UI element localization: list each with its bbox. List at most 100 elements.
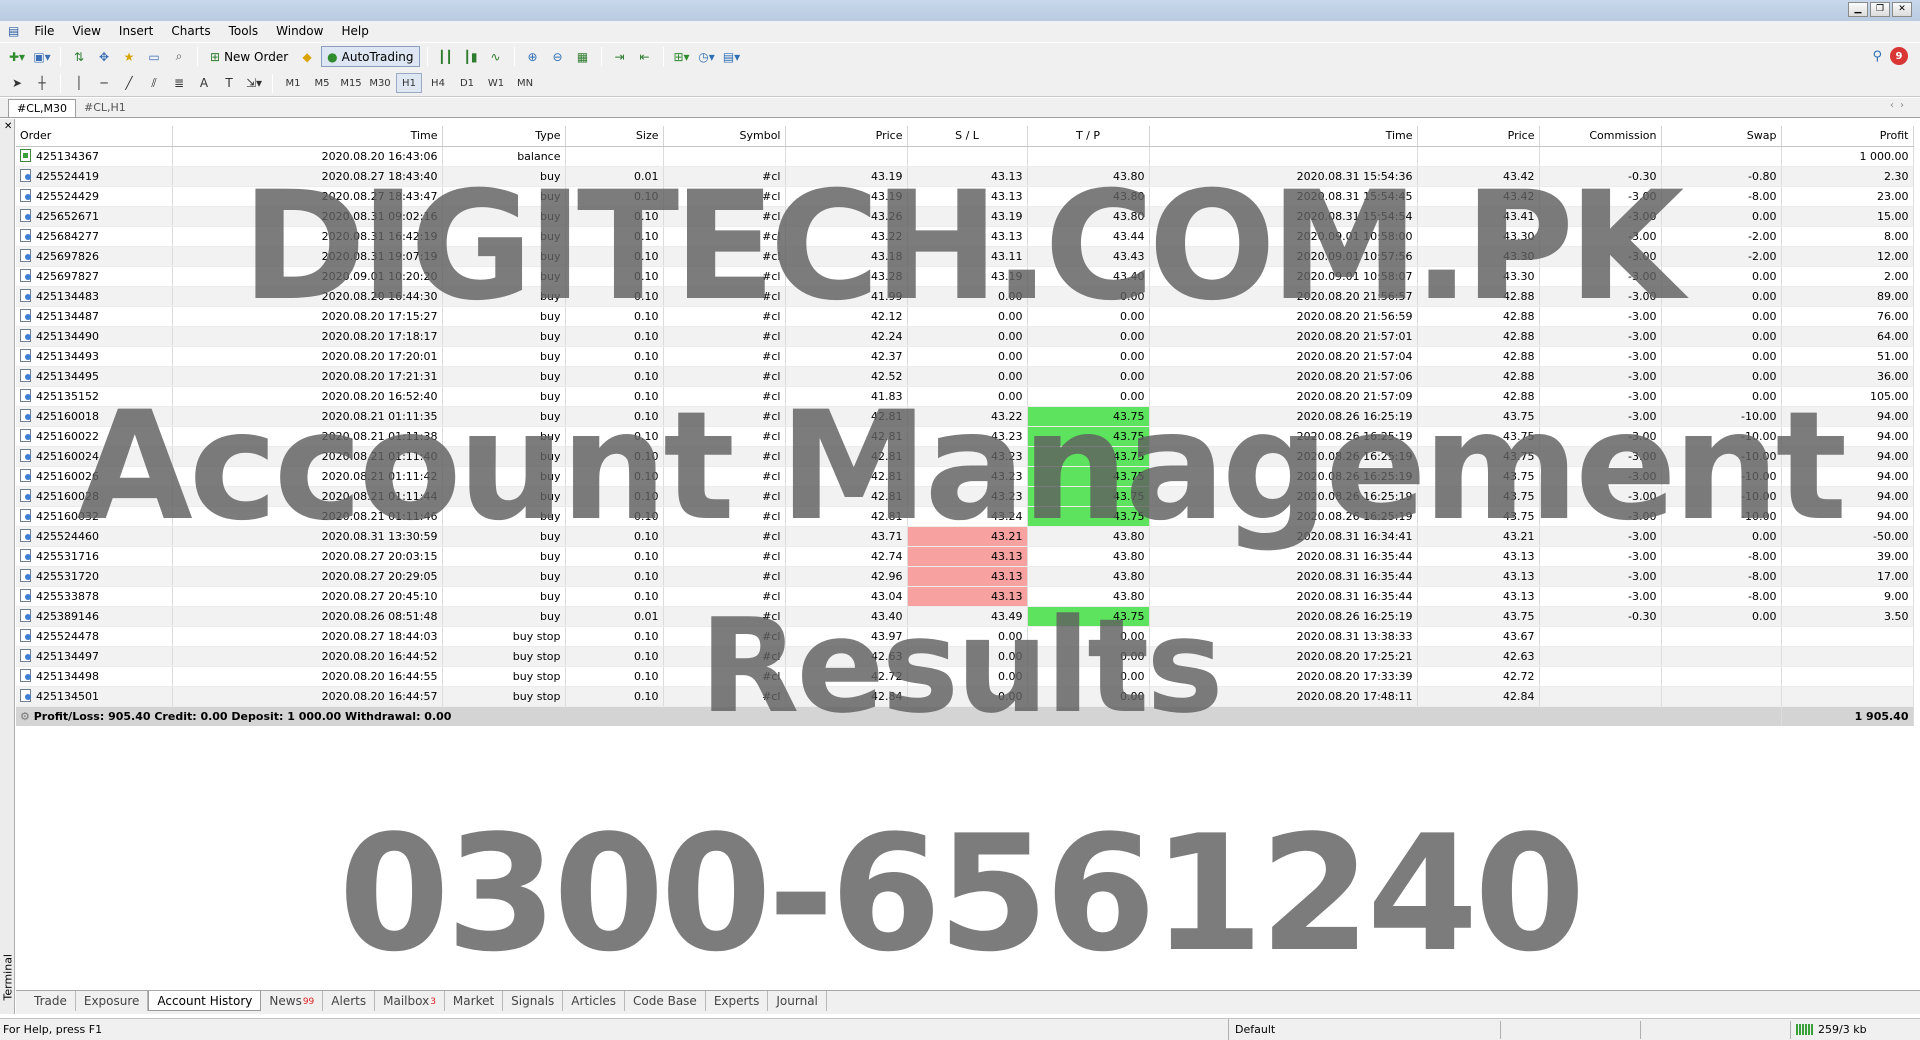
table-row[interactable]: 425652671 2020.08.31 09:02:16 buy 0.10 #cl 43… (16, 206, 1914, 227)
close-window-button[interactable]: ✕ (1892, 2, 1912, 17)
zoom-out-icon[interactable]: ⊖ (547, 47, 569, 67)
menu-file[interactable]: File (25, 21, 63, 42)
table-row[interactable]: 425134487 2020.08.20 17:15:27 buy 0.10 #cl 42… (16, 306, 1914, 327)
horizontal-line-icon[interactable]: ─ (93, 73, 115, 93)
col-time[interactable]: Time (172, 126, 443, 147)
table-row[interactable]: 425134498 2020.08.20 16:44:55 buy stop 0.10… (16, 666, 1914, 687)
profiles-icon[interactable]: ▣▾ (31, 47, 53, 67)
table-row[interactable]: 425134483 2020.08.20 16:44:30 buy 0.10 #cl 41… (16, 286, 1914, 307)
table-row[interactable]: 425134495 2020.08.20 17:21:31 buy 0.10 #cl 42… (16, 366, 1914, 387)
terminal-tab-mailbox[interactable]: Mailbox 3 (375, 991, 445, 1011)
chart-tab-cl-m30[interactable]: #CL,M30 (8, 99, 77, 117)
table-row[interactable]: 425160032 2020.08.21 01:11:46 buy 0.10 #cl 42… (16, 506, 1914, 527)
timeframe-w1[interactable]: W1 (483, 73, 509, 93)
crosshair-icon[interactable]: ┼ (31, 73, 53, 93)
table-row[interactable]: 425160022 2020.08.21 01:11:38 buy 0.10 #cl 42… (16, 426, 1914, 447)
terminal-tab-articles[interactable]: Articles (563, 991, 626, 1011)
text-icon[interactable]: A (193, 73, 215, 93)
new-chart-icon[interactable]: ✚▾ (6, 47, 28, 67)
menu-help[interactable]: Help (332, 21, 377, 42)
trendline-icon[interactable]: ╱ (118, 73, 140, 93)
menu-charts[interactable]: Charts (162, 21, 219, 42)
minimize-button[interactable]: ▁ (1848, 2, 1868, 17)
cursor-icon[interactable]: ➤ (6, 73, 28, 93)
timeframe-h1[interactable]: H1 (396, 73, 422, 93)
table-row[interactable]: 425160026 2020.08.21 01:11:42 buy 0.10 #cl 42… (16, 466, 1914, 487)
line-chart-icon[interactable]: ∿ (485, 47, 507, 67)
table-row[interactable]: 425134367 2020.08.20 16:43:06 balance 1 000… (16, 146, 1914, 167)
terminal-tab-alerts[interactable]: Alerts (323, 991, 376, 1011)
table-row[interactable]: 425697826 2020.08.31 19:07:19 buy 0.10 #cl 43… (16, 246, 1914, 267)
timeframe-m15[interactable]: M15 (338, 73, 364, 93)
menu-insert[interactable]: Insert (110, 21, 162, 42)
col-price[interactable]: Price (785, 126, 908, 147)
restore-button[interactable]: ❐ (1870, 2, 1890, 17)
table-row[interactable]: 425524419 2020.08.27 18:43:40 buy 0.01 #cl 43… (16, 166, 1914, 187)
market-watch-icon[interactable]: ⇅ (68, 47, 90, 67)
col-close-time[interactable]: Time (1149, 126, 1418, 147)
terminal-tab-experts[interactable]: Experts (706, 991, 769, 1011)
menu-view[interactable]: View (63, 21, 109, 42)
zoom-in-icon[interactable]: ⊕ (522, 47, 544, 67)
menu-window[interactable]: Window (267, 21, 332, 42)
data-window-icon[interactable]: ✥ (93, 47, 115, 67)
auto-scroll-icon[interactable]: ⇥ (609, 47, 631, 67)
table-row[interactable]: 425524460 2020.08.31 13:30:59 buy 0.10 #cl 43… (16, 526, 1914, 547)
menu-tools[interactable]: Tools (220, 21, 268, 42)
terminal-tab-news[interactable]: News 99 (261, 991, 324, 1011)
fibonacci-icon[interactable]: ≣ (168, 73, 190, 93)
col-close-price[interactable]: Price (1417, 126, 1540, 147)
col-swap[interactable]: Swap (1661, 126, 1782, 147)
timeframe-m5[interactable]: M5 (309, 73, 335, 93)
col-size[interactable]: Size (565, 126, 664, 147)
table-row[interactable]: 425134497 2020.08.20 16:44:52 buy stop 0.10… (16, 646, 1914, 667)
timeframe-h4[interactable]: H4 (425, 73, 451, 93)
table-row[interactable]: 425160028 2020.08.21 01:11:44 buy 0.10 #cl 42… (16, 486, 1914, 507)
col-type[interactable]: Type (442, 126, 566, 147)
table-row[interactable]: 425697827 2020.09.01 10:20:20 buy 0.10 #cl 43… (16, 266, 1914, 287)
table-row[interactable]: 425389146 2020.08.26 08:51:48 buy 0.01 #cl 43… (16, 606, 1914, 627)
tab-scroll-arrows-icon[interactable]: ‹› (1890, 100, 1910, 111)
table-row[interactable]: 425524478 2020.08.27 18:44:03 buy stop 0.10… (16, 626, 1914, 647)
terminal-tab-trade[interactable]: Trade (26, 991, 76, 1011)
terminal-tab-code-base[interactable]: Code Base (625, 991, 706, 1011)
table-row[interactable]: 425531720 2020.08.27 20:29:05 buy 0.10 #cl 42… (16, 566, 1914, 587)
col-tp[interactable]: T / P (1027, 126, 1150, 147)
autotrading-button[interactable]: ● AutoTrading (321, 46, 420, 67)
terminal-icon[interactable]: ▭ (143, 47, 165, 67)
arrows-icon[interactable]: ⇲▾ (243, 73, 265, 93)
search-icon[interactable]: ⚲ (1872, 49, 1882, 64)
metaeditor-icon[interactable]: ◆ (296, 47, 318, 67)
vertical-line-icon[interactable]: │ (68, 73, 90, 93)
bar-chart-icon[interactable]: ┃┃ (435, 47, 457, 67)
table-row[interactable]: 425160024 2020.08.21 01:11:40 buy 0.10 #cl 42… (16, 446, 1914, 467)
terminal-tab-market[interactable]: Market (445, 991, 504, 1011)
periods-icon[interactable]: ◷▾ (696, 47, 718, 67)
timeframe-m30[interactable]: M30 (367, 73, 393, 93)
timeframe-mn[interactable]: MN (512, 73, 538, 93)
col-symbol[interactable]: Symbol (663, 126, 786, 147)
terminal-tab-exposure[interactable]: Exposure (76, 991, 149, 1011)
timeframe-m1[interactable]: M1 (280, 73, 306, 93)
table-row[interactable]: 425531716 2020.08.27 20:03:15 buy 0.10 #cl 42… (16, 546, 1914, 567)
table-row[interactable]: 425684277 2020.08.31 16:42:19 buy 0.10 #cl 43… (16, 226, 1914, 247)
indicators-icon[interactable]: ⊞▾ (671, 47, 693, 67)
new-order-button[interactable]: ⊞ New Order (205, 46, 293, 67)
navigator-icon[interactable]: ★ (118, 47, 140, 67)
terminal-tab-account-history[interactable]: Account History (148, 991, 262, 1011)
chart-tab-cl-h1[interactable]: #CL,H1 (76, 99, 134, 117)
col-commission[interactable]: Commission (1539, 126, 1662, 147)
table-row[interactable]: 425134501 2020.08.20 16:44:57 buy stop 0.10… (16, 686, 1914, 707)
table-row[interactable]: 425533878 2020.08.27 20:45:10 buy 0.10 #cl 43… (16, 586, 1914, 607)
timeframe-d1[interactable]: D1 (454, 73, 480, 93)
table-row[interactable]: 425135152 2020.08.20 16:52:40 buy 0.10 #cl 41… (16, 386, 1914, 407)
table-row[interactable]: 425134493 2020.08.20 17:20:01 buy 0.10 #cl 42… (16, 346, 1914, 367)
strategy-tester-icon[interactable]: ⌕ (168, 47, 190, 67)
close-icon[interactable]: ✕ (4, 121, 12, 132)
channel-icon[interactable]: ⫽ (143, 73, 165, 93)
text-label-icon[interactable]: T (218, 73, 240, 93)
tile-windows-icon[interactable]: ▦ (572, 47, 594, 67)
terminal-tab-signals[interactable]: Signals (503, 991, 564, 1011)
col-order[interactable]: Order (16, 126, 173, 147)
col-profit[interactable]: Profit (1781, 126, 1914, 147)
